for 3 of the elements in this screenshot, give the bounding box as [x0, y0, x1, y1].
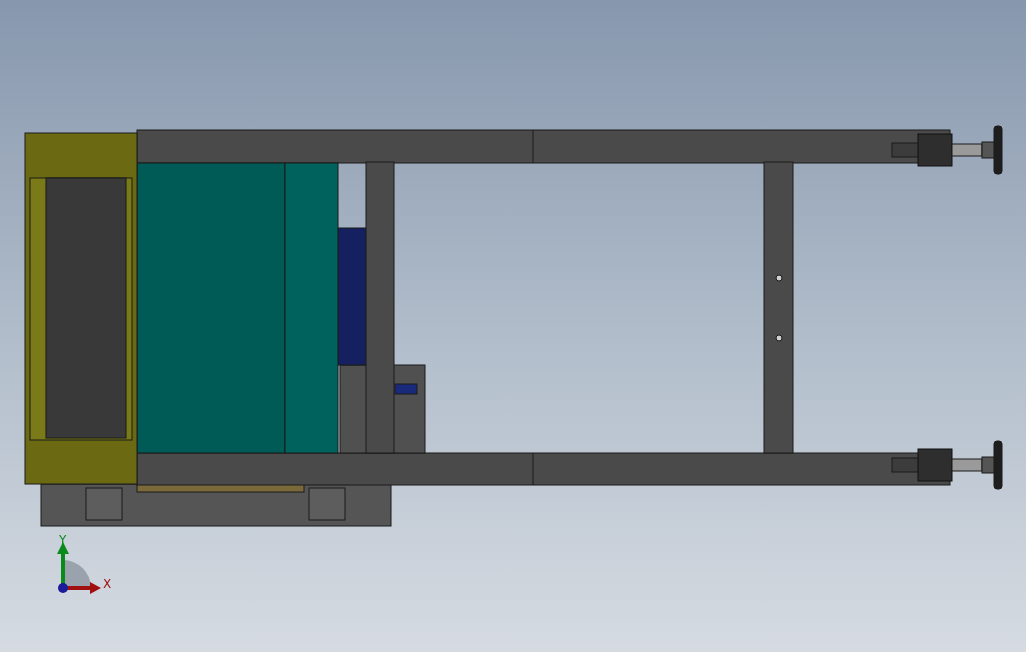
x-axis-label: X	[103, 577, 112, 591]
y-axis-label: Y	[59, 533, 67, 547]
axis-triad-icon	[57, 542, 101, 594]
